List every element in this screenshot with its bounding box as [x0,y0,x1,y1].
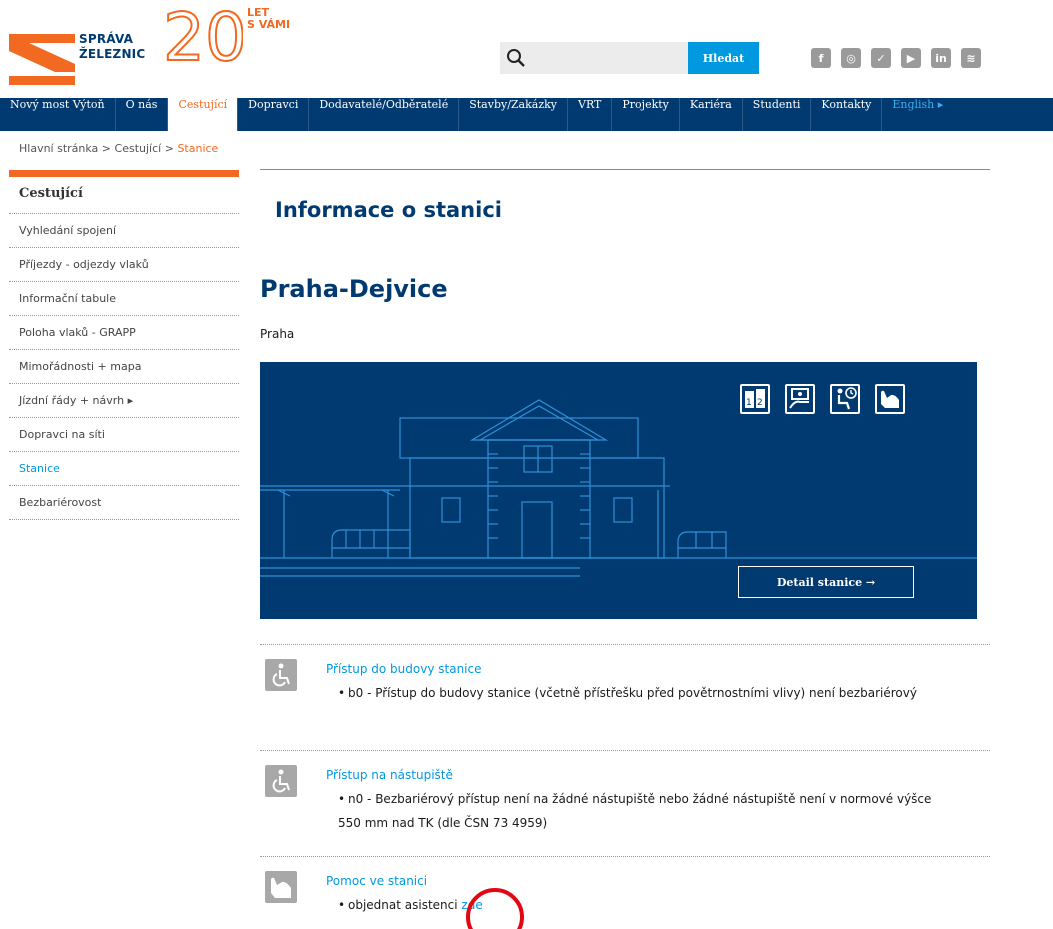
bullet: • [338,898,346,912]
order-assistance-link[interactable]: zde [461,898,482,912]
nav-item-10[interactable]: Kontakty [811,98,883,131]
social-links: f ◎ ✓ ▶ in ≋ [811,48,981,68]
timetable-icon: 12 [740,384,770,414]
sidebar-items: Vyhledání spojení Příjezdy - odjezdy vlak… [9,214,239,520]
sidebar-title: Cestující [9,177,239,214]
svg-text:2: 2 [757,398,763,408]
sidebar: Cestující Vyhledání spojení Příjezdy - od… [9,170,239,520]
breadcrumb-home[interactable]: Hlavní stránka [19,142,98,155]
nav-item-6[interactable]: VRT [568,98,613,131]
brand-line-2: ŽELEZNIC [79,47,146,61]
nav-item-1[interactable]: O nás [116,98,169,131]
wheelchair-icon-glyph [272,663,290,687]
assistance-icon [875,384,905,414]
sidebar-item-7[interactable]: Stanice [9,452,239,486]
twitter-icon[interactable]: ✓ [871,48,891,68]
nav-item-5[interactable]: Stavby/Zakázky [459,98,569,131]
sidebar-item-5[interactable]: Jízdní řády + návrh ▸ [9,384,239,418]
access-platform-title[interactable]: Přístup na nástupiště [326,768,453,782]
nav-item-7[interactable]: Projekty [612,98,680,131]
svg-text:1: 1 [746,398,752,408]
assistance-icon-glyph [881,390,899,408]
sidebar-item-1[interactable]: Příjezdy - odjezdy vlaků [9,248,239,282]
nav-item-11[interactable]: English ▸ [882,98,953,131]
anniversary-number: 20 [163,4,243,66]
waiting-room-icon [830,384,860,414]
sidebar-accent-bar [9,170,239,177]
access-building-desc: b0 - Přístup do budovy stanice (včetně p… [348,686,917,700]
page-title: Informace o stanici [275,198,502,222]
wheelchair-icon-glyph [272,769,290,793]
bullet: • [338,686,346,700]
station-banner: 12 Detail stanice → [260,362,977,619]
nav-item-4[interactable]: Dodavatelé/Odběratelé [309,98,460,131]
breadcrumb-current: Stanice [177,142,219,155]
spotify-icon[interactable]: ≋ [961,48,981,68]
nav-item-2[interactable]: Cestující [168,98,239,131]
nav-item-8[interactable]: Kariéra [680,98,743,131]
breadcrumb-parent[interactable]: Cestující [115,142,162,155]
breadcrumb: Hlavní stránka > Cestující > Stanice [19,142,218,155]
wheelchair-icon [265,765,297,797]
breadcrumb-separator: > [161,142,178,155]
sidebar-item-6[interactable]: Dopravci na síti [9,418,239,452]
sidebar-item-3[interactable]: Poloha vlaků - GRAPP [9,316,239,350]
ticket-office-icon-glyph [789,388,809,409]
station-city: Praha [260,327,295,341]
sidebar-item-2[interactable]: Informační tabule [9,282,239,316]
orange-divider [260,169,990,170]
wheelchair-icon [265,659,297,691]
anniversary-line-2: S VÁMI [247,18,291,31]
youtube-icon[interactable]: ▶ [901,48,921,68]
sidebar-item-4[interactable]: Mimořádnosti + mapa [9,350,239,384]
sidebar-item-8[interactable]: Bezbariérovost [9,486,239,520]
waiting-room-icon-glyph [837,387,857,410]
main-nav: Nový most Výtoň O nás Cestující Dopravci Dod… [0,98,1053,131]
assistance-title[interactable]: Pomoc ve stanici [326,874,427,888]
szdc-logo[interactable] [9,20,75,86]
station-name: Praha-Dejvice [260,275,448,303]
ticket-office-icon [785,384,815,414]
instagram-icon[interactable]: ◎ [841,48,861,68]
assistance-hand-icon [265,871,297,903]
access-platform-desc: n0 - Bezbariérový přístup není na žádné … [338,792,932,830]
breadcrumb-separator: > [98,142,115,155]
search-icon [507,49,525,67]
assistance-desc: objednat asistenci [348,898,458,912]
logo-mark [9,34,75,85]
brand-name: SPRÁVA ŽELEZNIC [79,32,145,62]
assistance-hand-icon-glyph [271,877,291,898]
sidebar-item-0[interactable]: Vyhledání spojení [9,214,239,248]
section-divider [260,750,990,751]
station-detail-button[interactable]: Detail stanice → [738,566,914,598]
linkedin-icon[interactable]: in [931,48,951,68]
anniversary-20-graphic: 20 [163,4,243,66]
nav-item-3[interactable]: Dopravci [238,98,310,131]
nav-item-0[interactable]: Nový most Výtoň [0,98,116,131]
brand-line-1: SPRÁVA [79,32,134,46]
facebook-icon[interactable]: f [811,48,831,68]
anniversary-text: LET S VÁMI [247,7,290,31]
access-building-text: • b0 - Přístup do budovy stanice (včetně … [338,681,938,705]
access-building-title[interactable]: Přístup do budovy stanice [326,662,482,676]
bullet: • [338,792,346,806]
access-platform-text: • n0 - Bezbariérový přístup není na žádné… [338,787,938,835]
timetable-icon-glyph: 12 [745,389,765,408]
nav-item-9[interactable]: Studenti [743,98,812,131]
search-input[interactable] [500,42,688,74]
search-button[interactable]: Hledat [688,42,759,74]
section-divider [260,856,990,857]
assistance-text: • objednat asistenci zde [338,893,938,917]
section-divider [260,644,990,645]
